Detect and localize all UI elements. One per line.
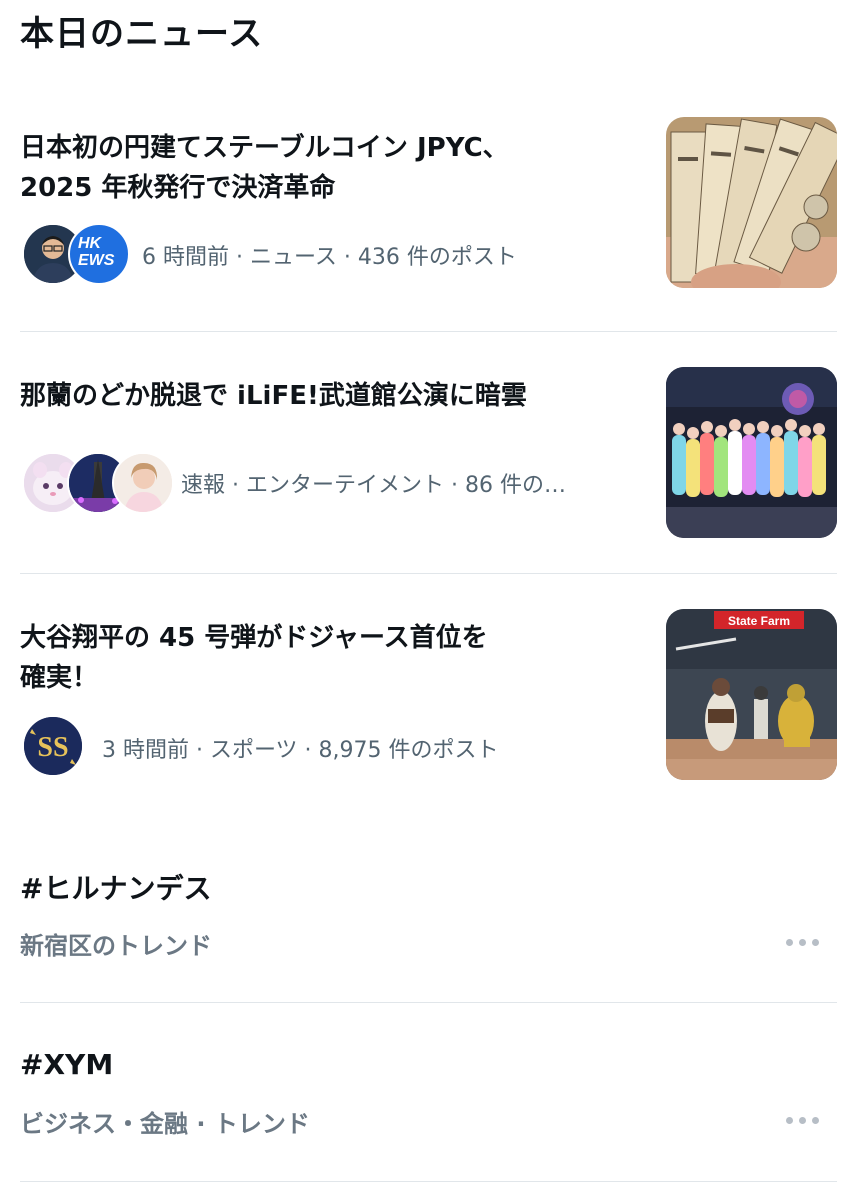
news-title: 那蘭のどか脱退で iLiFE!武道館公演に暗雲 [20,381,527,411]
news-thumbnail[interactable] [666,117,837,288]
divider [20,331,837,332]
explore-news-page: 本日のニュース 日本初の円建てステーブルコイン JPYC、 2025 年秋発行で… [0,0,857,1200]
news-meta: 6 時間前 · ニュース · 436 件のポスト [142,245,517,270]
trend-name: #ヒルナンデス [20,872,212,905]
section-title: 本日のニュース [20,14,264,54]
trend-meta: ビジネス・金融 · トレンド [20,1110,310,1138]
avatar-group: HK EWS [22,223,132,285]
news-title: 大谷翔平の 45 号弾がドジャース首位を 確実！ [20,623,488,693]
news-thumbnail[interactable] [666,367,837,538]
trend-name: #XYM [20,1048,114,1081]
news-source-avatar: HK EWS [68,223,130,285]
trend-meta: 新宿区のトレンド [20,932,212,960]
avatar [112,452,174,514]
more-icon[interactable] [786,1117,820,1125]
divider [20,573,837,574]
news-thumbnail[interactable]: State Farm [666,609,837,780]
svg-text:SS: SS [37,732,68,763]
svg-text:State Farm: State Farm [728,614,790,628]
sports-source-avatar: SS [22,715,84,777]
divider [20,1181,837,1182]
divider [20,1002,837,1003]
more-icon[interactable] [786,939,820,947]
avatar-group [22,452,174,514]
news-meta: 3 時間前 · スポーツ · 8,975 件のポスト [102,738,499,763]
news-title: 日本初の円建てステーブルコイン JPYC、 2025 年秋発行で決済革命 [20,133,509,203]
avatar-group: SS [22,715,84,777]
news-meta: 速報 · エンターテイメント · 86 件の… [181,473,566,498]
